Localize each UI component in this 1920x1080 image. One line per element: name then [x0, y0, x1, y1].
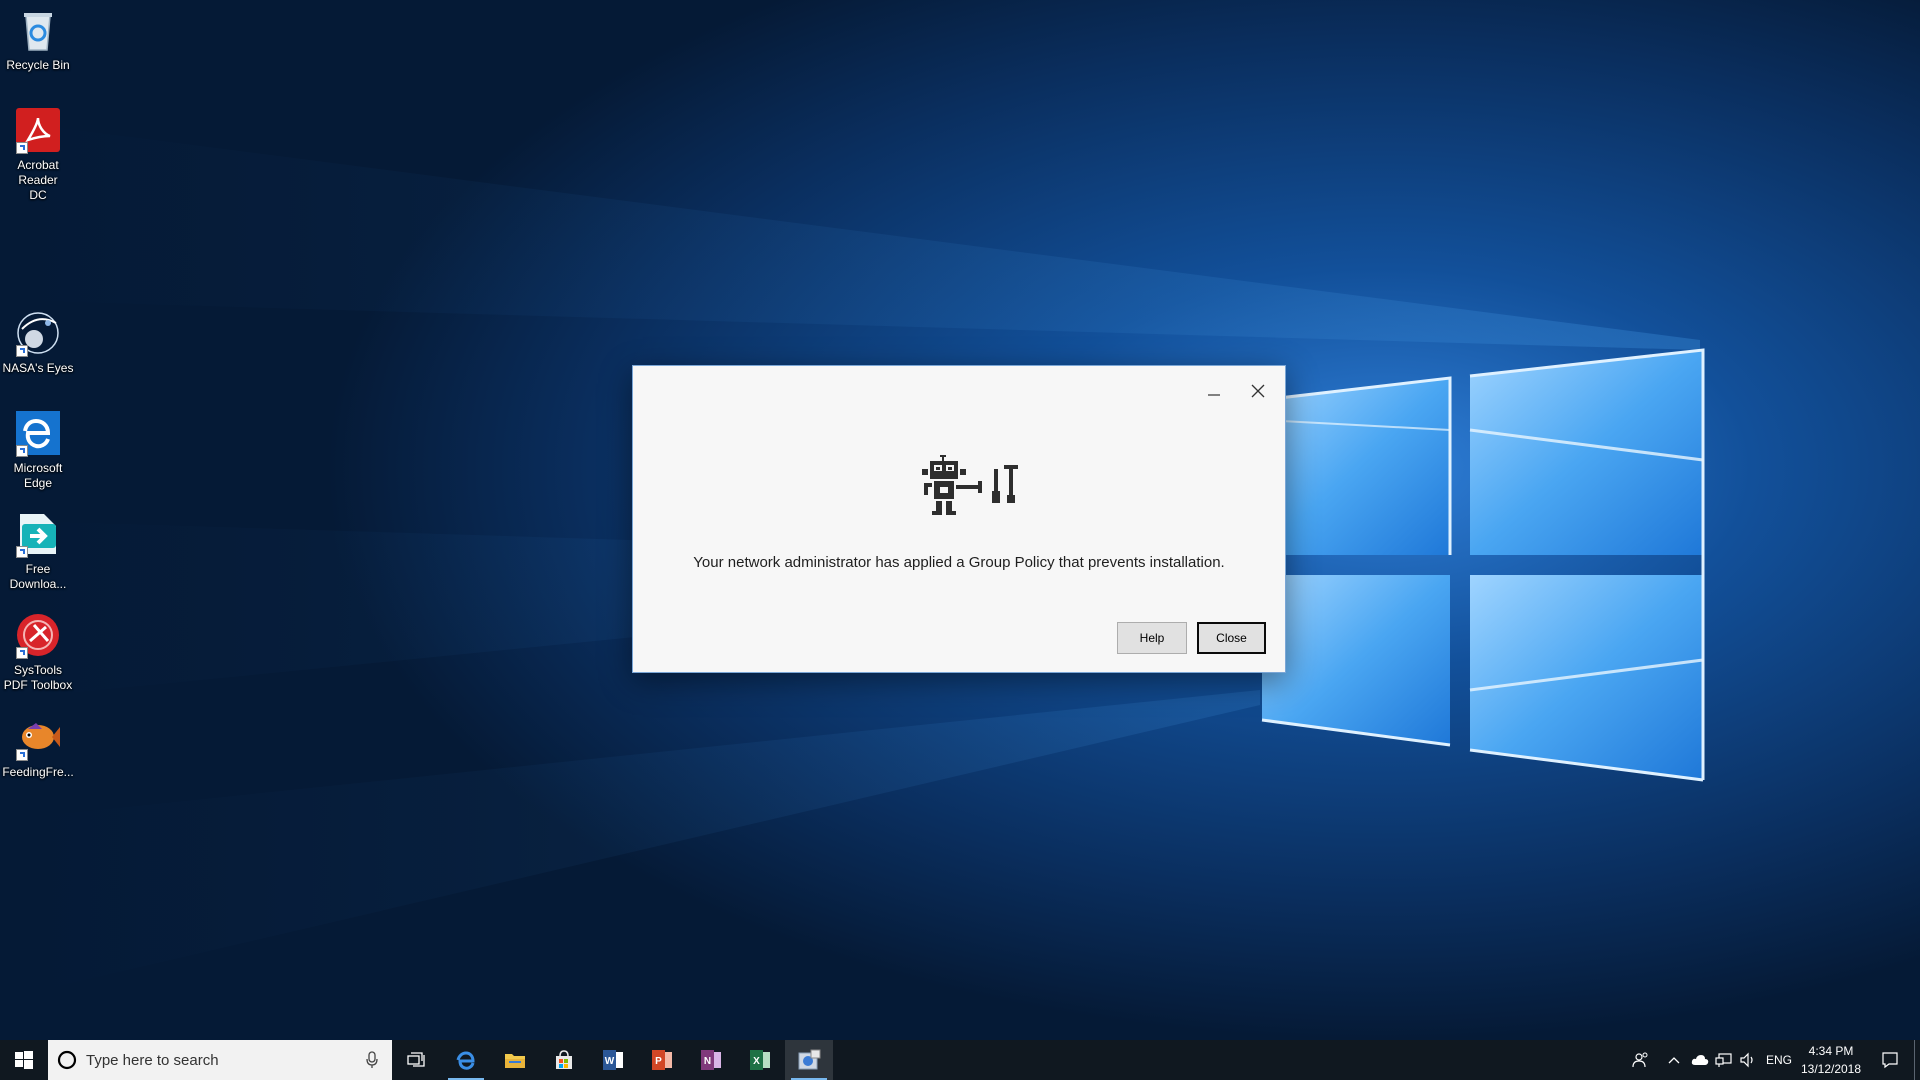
powerpoint-icon: P	[652, 1050, 672, 1070]
desktop-icon-microsoft-edge[interactable]: Microsoft Edge	[0, 409, 76, 491]
shortcut-arrow-icon	[16, 647, 28, 659]
taskbar: Type here to search W P N X ENG 4:34 PM …	[0, 1040, 1920, 1080]
task-view-button[interactable]	[393, 1040, 441, 1080]
desktop-icon-label: NASA's Eyes	[2, 361, 74, 375]
shortcut-arrow-icon	[16, 546, 28, 558]
desktop-icon-nasa-eyes[interactable]: NASA's Eyes	[0, 309, 76, 376]
windows-logo-icon	[15, 1051, 33, 1069]
word-icon: W	[603, 1050, 623, 1070]
search-placeholder: Type here to search	[86, 1051, 219, 1069]
close-window-button[interactable]	[1238, 376, 1278, 406]
speaker-icon	[1740, 1052, 1753, 1068]
group-policy-dialog: Your network administrator has applied a…	[632, 365, 1286, 673]
show-desktop-button[interactable]	[1914, 1040, 1920, 1080]
cortana-circle-icon	[57, 1050, 77, 1070]
taskbar-powerpoint[interactable]: P	[638, 1040, 686, 1080]
people-icon	[1632, 1052, 1648, 1068]
desktop-icon-label: Acrobat Reader DC	[17, 158, 59, 202]
search-box[interactable]: Type here to search	[48, 1040, 392, 1080]
fish-icon	[14, 713, 62, 761]
shortcut-arrow-icon	[16, 445, 28, 457]
help-button[interactable]: Help	[1117, 622, 1187, 654]
clock-date[interactable]: 13/12/2018	[1791, 1062, 1871, 1076]
desktop-icon-label: Recycle Bin	[6, 58, 70, 72]
onenote-icon: N	[701, 1050, 721, 1070]
minimize-icon	[1208, 394, 1220, 396]
desktop-icon-recycle-bin[interactable]: Recycle Bin	[0, 6, 76, 73]
desktop-icon-feeding-frenzy[interactable]: FeedingFre...	[0, 713, 76, 780]
acrobat-reader-icon	[14, 106, 62, 154]
show-hidden-icons-button[interactable]	[1662, 1040, 1686, 1080]
shortcut-arrow-icon	[16, 749, 28, 761]
clock-time[interactable]: 4:34 PM	[1791, 1044, 1871, 1058]
svg-text:X: X	[753, 1056, 760, 1067]
folder-icon	[505, 1054, 525, 1068]
cloud-icon	[1691, 1055, 1709, 1065]
edge-icon	[456, 1051, 475, 1070]
systools-pdf-icon	[14, 611, 62, 659]
edge-icon	[14, 409, 62, 457]
recycle-bin-icon	[14, 6, 62, 54]
robot-tools-icon	[922, 455, 1018, 515]
chevron-up-icon	[1668, 1057, 1680, 1064]
start-button[interactable]	[0, 1040, 48, 1080]
installer-icon	[798, 1049, 821, 1070]
taskbar-excel[interactable]: X	[736, 1040, 784, 1080]
task-view-icon	[407, 1052, 425, 1067]
microphone-icon[interactable]	[366, 1051, 378, 1069]
network-button[interactable]	[1712, 1040, 1736, 1080]
shortcut-arrow-icon	[16, 142, 28, 154]
shortcut-arrow-icon	[16, 345, 28, 357]
desktop-icon-label: SysTools PDF Toolbox	[3, 663, 73, 692]
desktop-icon-label: FeedingFre...	[2, 765, 74, 779]
desktop-icon-free-download[interactable]: Free Downloa...	[0, 510, 76, 592]
notification-icon	[1882, 1052, 1898, 1069]
close-icon	[1251, 384, 1265, 398]
desktop-icon-acrobat-reader[interactable]: Acrobat Reader DC	[0, 106, 76, 203]
store-bag-icon	[556, 1050, 572, 1069]
dialog-message: Your network administrator has applied a…	[693, 554, 1225, 571]
desktop-icon-label: Free Downloa...	[9, 562, 67, 591]
taskbar-onenote[interactable]: N	[687, 1040, 735, 1080]
desktop-icon-systools-pdf[interactable]: SysTools PDF Toolbox	[0, 611, 76, 693]
people-button[interactable]	[1626, 1040, 1656, 1080]
nasa-eyes-icon	[14, 309, 62, 357]
close-button[interactable]: Close	[1197, 622, 1266, 654]
free-download-icon	[14, 510, 62, 558]
excel-icon: X	[750, 1050, 770, 1070]
network-icon	[1715, 1053, 1732, 1067]
language-indicator[interactable]: ENG	[1766, 1040, 1792, 1080]
onedrive-button[interactable]	[1688, 1040, 1712, 1080]
taskbar-word[interactable]: W	[589, 1040, 637, 1080]
svg-text:N: N	[704, 1056, 711, 1067]
svg-text:W: W	[605, 1056, 615, 1067]
minimize-button[interactable]	[1194, 376, 1234, 406]
svg-text:P: P	[655, 1056, 662, 1067]
taskbar-file-explorer[interactable]	[491, 1040, 539, 1080]
taskbar-edge[interactable]	[442, 1040, 490, 1080]
taskbar-installer[interactable]	[785, 1040, 833, 1080]
action-center-button[interactable]	[1870, 1040, 1910, 1080]
taskbar-store[interactable]	[540, 1040, 588, 1080]
desktop-icon-label: Microsoft Edge	[13, 461, 63, 490]
volume-button[interactable]	[1736, 1040, 1760, 1080]
